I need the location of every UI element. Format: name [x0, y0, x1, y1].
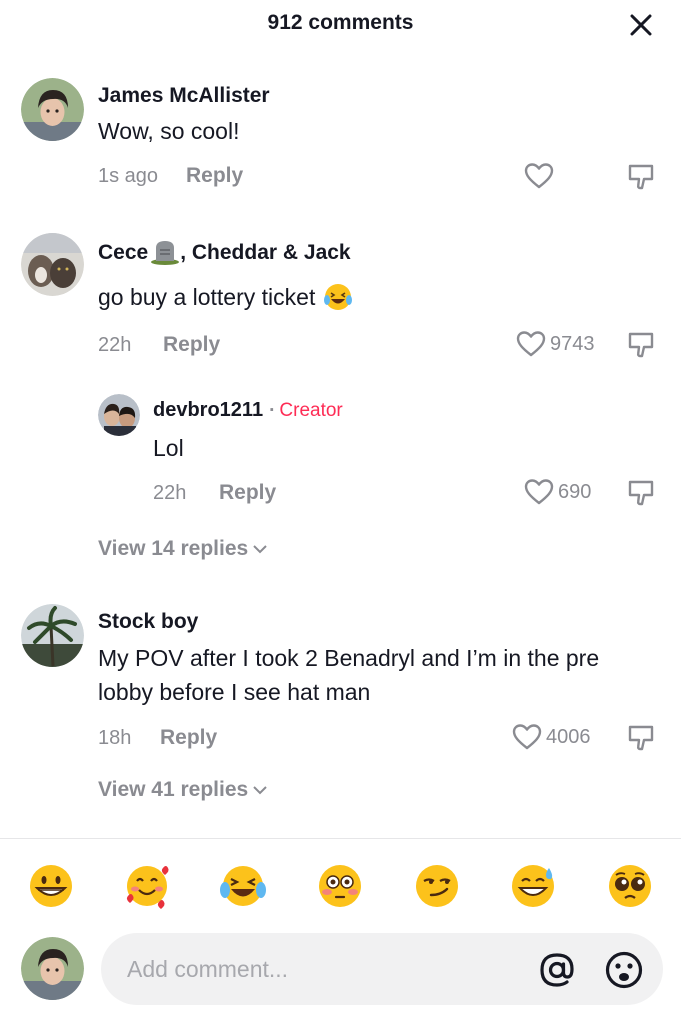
- comment-timestamp: 1s ago: [98, 165, 159, 187]
- reply-button[interactable]: Reply: [160, 726, 217, 750]
- like-button[interactable]: 4006: [512, 722, 591, 752]
- badge-separator: ·: [269, 400, 276, 421]
- avatar[interactable]: [21, 604, 84, 667]
- comment-timestamp: 22h: [98, 334, 132, 356]
- flushed-face-icon[interactable]: [316, 862, 364, 910]
- comment-text: Wow, so cool!: [98, 118, 240, 144]
- reply-text: Lol: [153, 435, 184, 461]
- close-icon[interactable]: [626, 10, 656, 40]
- smirking-face-icon[interactable]: [413, 862, 461, 910]
- dislike-icon[interactable]: [626, 478, 656, 508]
- comment-composer: [101, 933, 663, 1005]
- reply-button[interactable]: Reply: [163, 333, 220, 357]
- like-count: 4006: [546, 725, 591, 748]
- at-icon[interactable]: [537, 950, 577, 990]
- reply-timestamp: 22h: [153, 482, 187, 504]
- divider: [0, 838, 681, 839]
- comment-timestamp: 18h: [98, 727, 132, 749]
- chevron-down-icon: [253, 545, 267, 554]
- creator-badge: Creator: [279, 400, 343, 421]
- face-with-tears-of-joy-icon[interactable]: [219, 862, 267, 910]
- heart-icon: [512, 724, 542, 750]
- heart-icon: [524, 163, 554, 189]
- username-part: Cece: [98, 241, 149, 264]
- headstone-emoji: [151, 241, 180, 265]
- laughing-tears-emoji: [324, 284, 353, 310]
- comment-text: go buy a lottery ticket: [98, 280, 353, 314]
- view-replies-button[interactable]: View 14 replies: [98, 537, 269, 561]
- chevron-down-icon: [253, 786, 267, 795]
- dislike-icon[interactable]: [626, 330, 656, 360]
- like-button[interactable]: 690: [524, 477, 591, 507]
- smiling-face-with-hearts-icon[interactable]: [123, 862, 171, 910]
- view-replies-button[interactable]: View 41 replies: [98, 778, 269, 802]
- emoji-icon[interactable]: [604, 950, 644, 990]
- like-count: 690: [558, 480, 592, 503]
- reply-username[interactable]: devbro1211: [153, 399, 263, 422]
- username-part: , Cheddar & Jack: [180, 241, 351, 264]
- comment-username[interactable]: James McAllister: [98, 84, 270, 108]
- like-button[interactable]: 9743: [516, 329, 595, 359]
- my-avatar[interactable]: [21, 937, 84, 1000]
- grinning-face-icon[interactable]: [27, 862, 75, 910]
- comments-header: 912 comments: [0, 0, 681, 48]
- like-button[interactable]: [524, 161, 554, 191]
- comment-username[interactable]: Cece , Cheddar & Jack: [98, 239, 351, 267]
- dislike-icon[interactable]: [626, 162, 656, 192]
- comment-text: My POV after I took 2 Benadryl and I’m i…: [98, 645, 600, 705]
- heart-icon: [516, 331, 546, 357]
- pleading-face-icon[interactable]: [606, 862, 654, 910]
- grinning-face-with-sweat-icon[interactable]: [509, 862, 557, 910]
- avatar[interactable]: [21, 78, 84, 141]
- comments-count-title: 912 comments: [267, 11, 414, 34]
- comment-username[interactable]: Stock boy: [98, 610, 198, 634]
- dislike-icon[interactable]: [626, 723, 656, 753]
- like-count: 9743: [550, 332, 595, 355]
- avatar[interactable]: [98, 394, 140, 436]
- reply-button[interactable]: Reply: [186, 164, 243, 188]
- avatar[interactable]: [21, 233, 84, 296]
- reply-username-row: devbro1211 · Creator: [153, 399, 343, 422]
- add-comment-input[interactable]: [127, 951, 507, 987]
- heart-icon: [524, 479, 554, 505]
- reply-button[interactable]: Reply: [219, 481, 276, 505]
